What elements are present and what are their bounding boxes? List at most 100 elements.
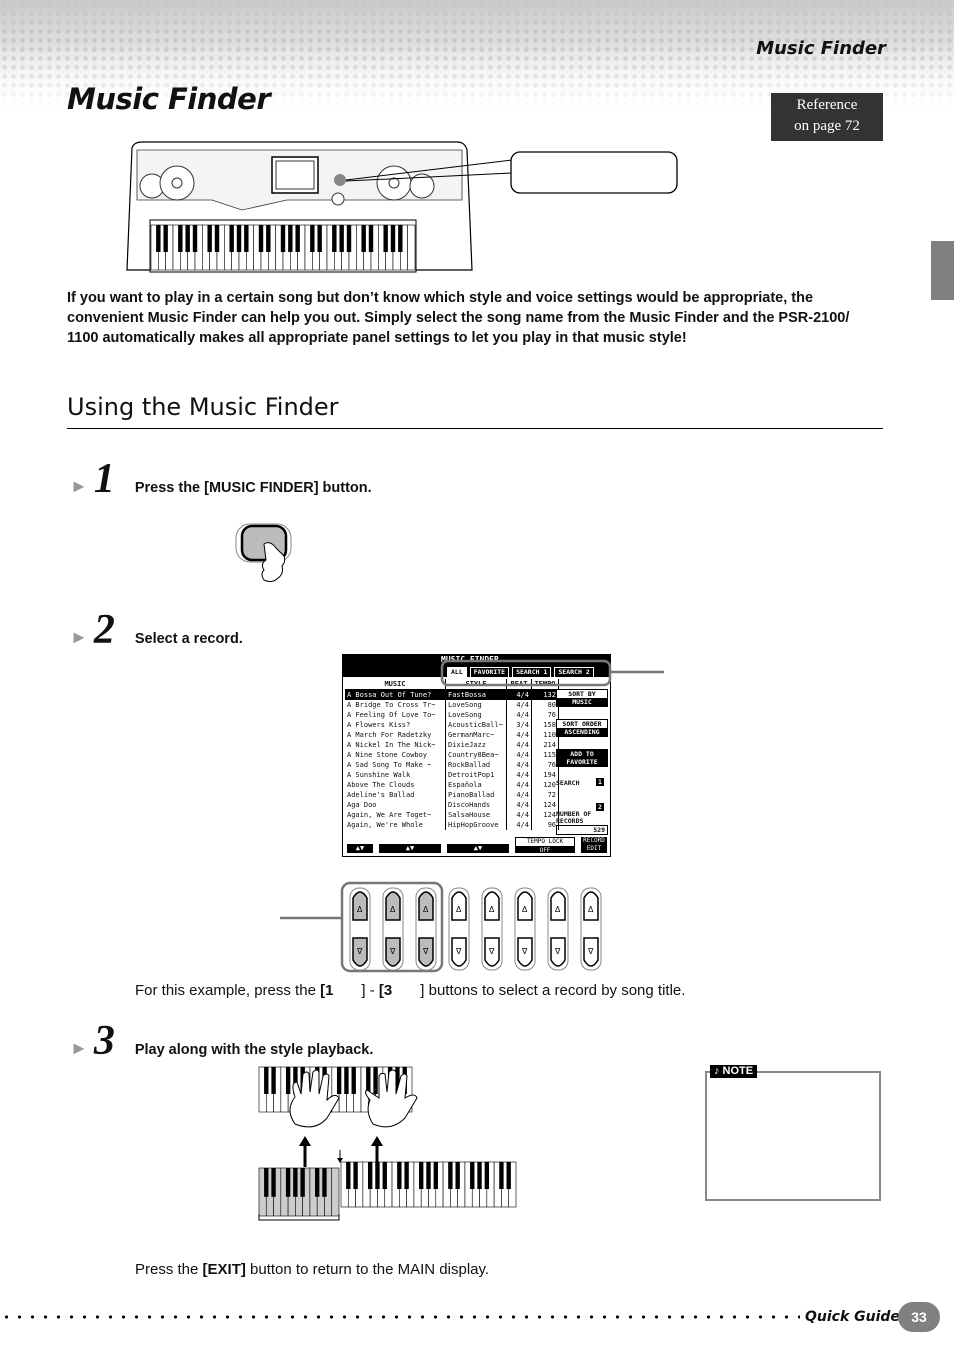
black-key xyxy=(266,225,271,252)
svg-text:∇: ∇ xyxy=(488,947,495,956)
tempo-lock-button[interactable]: TEMPO LOCK OFF xyxy=(515,837,575,854)
panel-updown-button-7[interactable]: Δ∇ xyxy=(547,887,569,971)
panel-updown-button-5[interactable]: Δ∇ xyxy=(481,887,503,971)
cell-beat: 4/4 xyxy=(506,810,532,820)
sort-order-button[interactable]: SORT ORDER ASCENDING xyxy=(556,719,608,737)
record-row[interactable]: A Nickel In The Nick~ DixieJazz 4/4 214 xyxy=(345,740,559,750)
step-text: Press the [MUSIC FINDER] button. xyxy=(134,480,372,496)
record-row[interactable]: Again, We Are Toget~ SalsaHouse 4/4 124 xyxy=(345,810,559,820)
add-to-favorite-button[interactable]: ADD TO FAVORITE xyxy=(556,749,608,767)
black-key xyxy=(426,1162,431,1189)
black-key xyxy=(373,1067,378,1094)
cell-tempo: 110 xyxy=(531,730,559,740)
tempo-lock-value: OFF xyxy=(539,847,551,854)
black-key xyxy=(258,225,264,252)
panel-updown-button-3[interactable]: Δ∇ xyxy=(415,887,437,971)
search-1-button[interactable]: 1 xyxy=(596,778,604,786)
black-key xyxy=(390,225,396,252)
record-row[interactable]: A Nine Stone Cowboy Country8Bea~ 4/4 115 xyxy=(345,750,559,760)
black-key xyxy=(178,225,183,252)
svg-text:Δ: Δ xyxy=(555,905,561,914)
record-row[interactable]: A Feeling Of Love To~ LoveSong 4/4 76 xyxy=(345,710,559,720)
record-row[interactable]: Again, We're Whole HipHopGroove 4/4 96 xyxy=(345,820,559,830)
records-table: MUSIC STYLE BEAT TEMPO A Bossa Out Of Tu… xyxy=(345,679,559,830)
updown-button-1[interactable]: ▲▼ xyxy=(347,844,373,853)
updown-button-3[interactable]: ▲▼ xyxy=(447,844,509,853)
black-key xyxy=(448,1162,453,1189)
cell-beat: 4/4 xyxy=(506,710,532,720)
add-fav-line1: ADD TO xyxy=(570,750,594,758)
cell-style: LoveSong xyxy=(445,700,507,710)
cell-style: GermanMarc~ xyxy=(445,730,507,740)
record-row[interactable]: A Sad Song To Make ~ RockBallad 4/4 76 xyxy=(345,760,559,770)
panel-updown-button-6[interactable]: Δ∇ xyxy=(514,887,536,971)
cell-beat: 4/4 xyxy=(506,750,532,760)
record-row[interactable]: Adeline's Ballad PianoBallad 4/4 72 xyxy=(345,790,559,800)
black-key xyxy=(156,225,161,252)
sort-by-button[interactable]: SORT BY MUSIC xyxy=(556,689,608,707)
svg-text:∇: ∇ xyxy=(521,947,528,956)
black-key xyxy=(433,1162,438,1189)
playing-illustration xyxy=(258,1066,517,1221)
panel-updown-button-1[interactable]: Δ∇ xyxy=(349,887,371,971)
black-key xyxy=(271,1168,276,1197)
black-key xyxy=(344,1067,349,1094)
record-row[interactable]: A Bridge To Cross Tr~ LoveSong 4/4 80 xyxy=(345,700,559,710)
record-row[interactable]: A March For Radetzky GermanMarc~ 4/4 110 xyxy=(345,730,559,740)
cell-music: A Nine Stone Cowboy xyxy=(345,750,446,760)
cell-tempo: 124 xyxy=(531,800,559,810)
record-row[interactable]: A Flowers Kiss? AcousticBall~ 3/4 158 xyxy=(345,720,559,730)
updown-button-2[interactable]: ▲▼ xyxy=(379,844,441,853)
cell-style: LoveSong xyxy=(445,710,507,720)
music-finder-button-illustration xyxy=(235,523,292,583)
svg-text:∇: ∇ xyxy=(356,947,363,956)
caption-suffix: ] buttons to select a record by song tit… xyxy=(420,982,686,999)
black-key xyxy=(470,1162,475,1189)
black-key xyxy=(361,225,366,252)
record-edit-button[interactable]: RECORD EDIT xyxy=(581,837,607,853)
cell-style: SalsaHouse xyxy=(445,810,507,820)
record-edit-line2: EDIT xyxy=(586,845,602,852)
cell-style: AcousticBall~ xyxy=(445,720,507,730)
black-key xyxy=(322,1168,327,1197)
black-key xyxy=(367,1162,373,1189)
record-row[interactable]: Above The Clouds Española 4/4 120 xyxy=(345,780,559,790)
page-title: Music Finder xyxy=(67,82,271,116)
cell-music: Again, We Are Toget~ xyxy=(345,810,446,820)
black-key xyxy=(288,225,293,252)
black-key xyxy=(368,225,374,252)
panel-updown-button-8[interactable]: Δ∇ xyxy=(580,887,602,971)
black-key xyxy=(397,1162,402,1189)
black-key xyxy=(484,1162,490,1189)
cell-tempo: 132 xyxy=(531,689,559,700)
black-key xyxy=(310,225,315,252)
caption-prefix: For this example, press the xyxy=(135,982,321,999)
keyboard-illustration xyxy=(126,141,678,273)
black-key xyxy=(353,1162,358,1189)
cell-style: RockBallad xyxy=(445,760,507,770)
search-2-button[interactable]: 2 xyxy=(596,803,604,811)
record-row[interactable]: A Sunshine Walk DetroitPop1 4/4 194 xyxy=(345,770,559,780)
section-divider xyxy=(67,428,883,429)
cell-beat: 4/4 xyxy=(506,760,532,770)
svg-text:Δ: Δ xyxy=(357,905,363,914)
cell-beat: 3/4 xyxy=(506,720,532,730)
panel-updown-button-4[interactable]: Δ∇ xyxy=(448,887,470,971)
black-key xyxy=(185,225,190,252)
record-row[interactable]: Aga Doo DiscoHands 4/4 124 xyxy=(345,800,559,810)
step-3: ► 3 Play along with the style playback. xyxy=(70,1017,373,1065)
cell-music: Adeline's Ballad xyxy=(345,790,446,800)
intro-paragraph: If you want to play in a certain song bu… xyxy=(67,290,850,346)
black-key xyxy=(264,1168,269,1197)
lcd-bottom-bar: ▲▼ ▲▼ ▲▼ TEMPO LOCK OFF RECORD EDIT xyxy=(345,837,608,854)
cell-style: DetroitPop1 xyxy=(445,770,507,780)
black-key xyxy=(280,225,286,252)
cell-beat: 4/4 xyxy=(506,770,532,780)
record-row[interactable]: A Bossa Out Of Tune? FastBossa 4/4 132 xyxy=(345,689,559,700)
cell-music: A Feeling Of Love To~ xyxy=(345,710,446,720)
black-key xyxy=(285,1168,291,1197)
panel-updown-button-2[interactable]: Δ∇ xyxy=(382,887,404,971)
search-label: SEARCH xyxy=(556,779,580,787)
cell-tempo: 72 xyxy=(531,790,559,800)
lcd-side-panel: SORT BY MUSIC SORT ORDER ASCENDING ADD T… xyxy=(556,689,608,835)
